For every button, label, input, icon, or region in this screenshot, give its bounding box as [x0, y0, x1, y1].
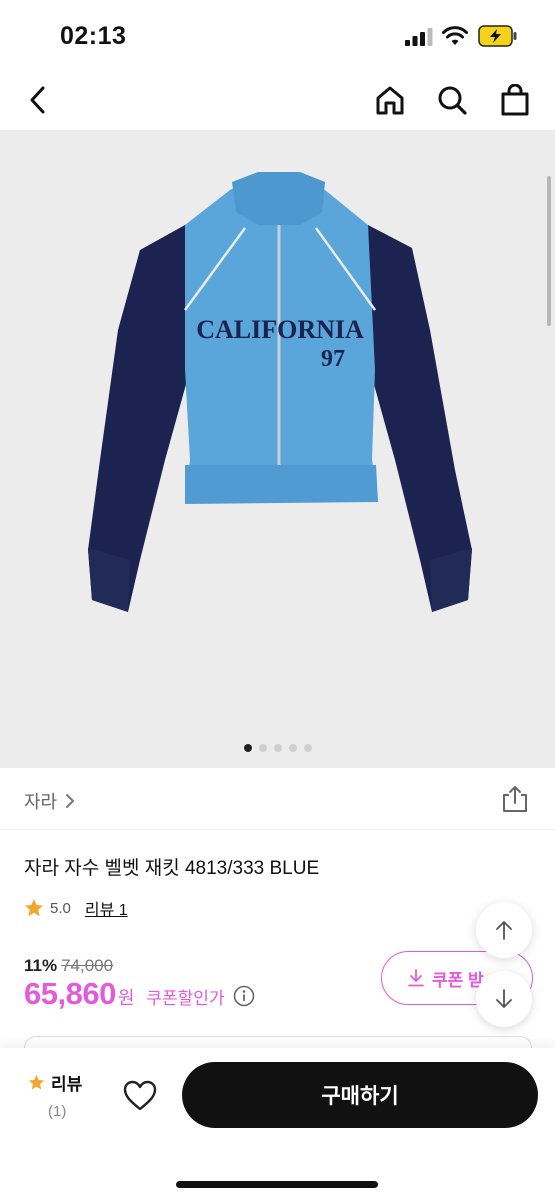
bottom-action-bar: 리뷰 (1) 구매하기	[0, 1048, 555, 1200]
home-indicator	[176, 1181, 378, 1188]
top-nav	[0, 70, 555, 130]
home-icon	[376, 86, 404, 115]
rating-score: 5.0	[50, 899, 71, 917]
brand-name: 자라	[24, 792, 58, 812]
review-link[interactable]: 리뷰 1	[85, 896, 128, 920]
original-price: 74,000	[61, 956, 114, 975]
image-scrollbar	[547, 176, 551, 326]
signal-icon	[405, 28, 433, 46]
chevron-right-icon	[66, 794, 75, 808]
download-icon	[408, 969, 424, 987]
brand-link[interactable]: 자라	[24, 788, 75, 814]
home-button[interactable]	[370, 80, 410, 120]
carousel-dot[interactable]	[258, 744, 267, 752]
price-row: 65,860 원 쿠폰할인가	[24, 976, 255, 1012]
shopping-bag-icon	[501, 84, 529, 116]
bottom-review-summary[interactable]: 리뷰 (1)	[28, 1070, 98, 1120]
status-time: 02:13	[60, 22, 127, 50]
bottom-review-label: 리뷰	[51, 1075, 83, 1094]
discount-percent: 11%	[24, 956, 58, 975]
info-icon[interactable]	[233, 985, 255, 1007]
jacket-collar	[232, 172, 325, 225]
heart-icon[interactable]	[122, 1078, 158, 1114]
product-image-carousel[interactable]: CALIFORNIA 97	[0, 130, 555, 768]
buy-button[interactable]: 구매하기	[182, 1062, 538, 1128]
arrow-down-icon	[496, 989, 512, 1008]
coupon-price-label: 쿠폰할인가	[146, 988, 225, 1008]
scroll-up-button[interactable]	[476, 902, 532, 958]
brand-row: 자라	[0, 768, 555, 830]
carousel-dot[interactable]	[303, 744, 312, 752]
star-icon	[28, 1074, 45, 1090]
battery-icon	[478, 25, 517, 47]
chevron-left-icon	[30, 86, 45, 114]
cart-button[interactable]	[495, 80, 535, 120]
star-icon	[25, 899, 43, 917]
status-bar: 02:13	[0, 0, 555, 70]
scroll-down-button[interactable]	[476, 971, 532, 1027]
share-icon[interactable]	[500, 784, 530, 814]
discount-row: 11% 74,000	[24, 956, 113, 976]
rating-row: 5.0 리뷰 1	[24, 896, 128, 920]
product-photo: CALIFORNIA 97	[88, 172, 472, 612]
carousel-dot[interactable]	[273, 744, 282, 752]
carousel-dot[interactable]	[243, 744, 252, 752]
search-icon	[438, 86, 467, 115]
jacket-print-text: CALIFORNIA	[196, 315, 364, 344]
arrow-up-icon	[496, 921, 512, 940]
back-button[interactable]	[18, 80, 58, 120]
carousel-indicator	[0, 744, 555, 752]
jacket-print-number: 97	[321, 346, 345, 372]
bottom-review-count: (1)	[48, 1103, 67, 1120]
coupon-button-label: 쿠폰 받	[432, 970, 484, 990]
currency-label: 원	[117, 988, 135, 1008]
search-button[interactable]	[432, 80, 472, 120]
sale-price: 65,860	[24, 976, 116, 1011]
wifi-icon	[442, 26, 468, 45]
carousel-dot[interactable]	[288, 744, 297, 752]
product-title: 자라 자수 벨벳 재킷 4813/333 BLUE	[24, 858, 320, 879]
